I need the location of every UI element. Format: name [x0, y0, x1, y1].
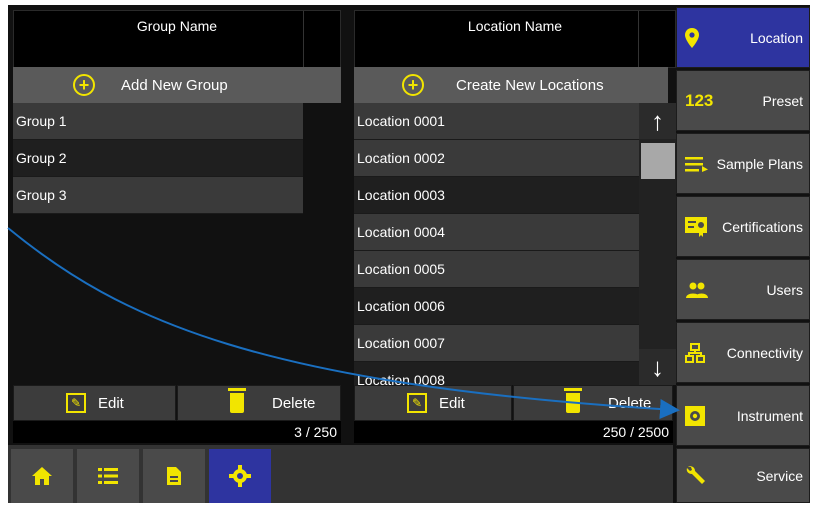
list-item[interactable]: Group 3 — [13, 177, 303, 214]
trash-icon — [228, 388, 246, 413]
sidebar-item-label: Preset — [762, 92, 803, 109]
group-header-tab — [303, 11, 340, 67]
plus-circle-icon: + — [73, 74, 95, 96]
add-new-group-button[interactable]: + Add New Group — [13, 67, 341, 103]
nav-settings-button[interactable] — [209, 449, 271, 503]
location-row-label: Location 0005 — [357, 261, 445, 277]
settings-icon — [229, 465, 251, 487]
create-locations-label: Create New Locations — [456, 76, 604, 94]
home-icon — [32, 467, 52, 485]
scroll-down-arrow-icon[interactable]: ↓ — [639, 349, 676, 385]
list-item[interactable]: Location 0002 — [354, 140, 639, 177]
location-list: Location 0001 Location 0002 Location 000… — [354, 103, 639, 385]
list-item[interactable]: Location 0005 — [354, 251, 639, 288]
group-delete-button[interactable]: Delete — [177, 385, 341, 421]
location-row-label: Location 0007 — [357, 335, 445, 351]
app-screen: Group Name + Add New Group Group 1 Group… — [8, 5, 810, 503]
users-icon — [685, 282, 709, 298]
wrench-icon — [685, 465, 707, 487]
group-row-label: Group 1 — [16, 113, 67, 129]
plus-circle-icon: + — [402, 74, 424, 96]
numbers-icon: 123 — [685, 90, 714, 110]
sidebar-item-connectivity[interactable]: Connectivity — [676, 322, 810, 383]
location-row-label: Location 0002 — [357, 150, 445, 166]
location-row-label: Location 0006 — [357, 298, 445, 314]
trash-icon — [564, 388, 582, 413]
pin-icon — [685, 27, 699, 48]
document-icon — [167, 467, 181, 485]
location-row-label: Location 0004 — [357, 224, 445, 240]
sidebar-item-label: Sample Plans — [716, 155, 803, 172]
location-delete-button[interactable]: Delete — [513, 385, 673, 421]
sidebar-item-label: Location — [750, 29, 803, 46]
create-new-locations-button[interactable]: + Create New Locations — [354, 67, 668, 103]
group-edit-button[interactable]: ✎ Edit — [13, 385, 176, 421]
sidebar-item-label: Connectivity — [726, 344, 803, 361]
certificate-icon — [685, 216, 707, 237]
scroll-up-arrow-icon[interactable]: ↑ — [639, 103, 676, 139]
group-name-header: Group Name — [13, 10, 341, 68]
edit-icon: ✎ — [407, 393, 427, 413]
location-scrollbar[interactable]: ↑ ↓ — [639, 103, 676, 385]
location-header-label: Location Name — [467, 18, 563, 34]
sidebar-item-service[interactable]: Service — [676, 448, 810, 503]
nav-list-button[interactable] — [77, 449, 139, 503]
list-item[interactable]: Location 0006 — [354, 288, 639, 325]
group-count: 3 / 250 — [13, 421, 341, 443]
scroll-thumb[interactable] — [641, 143, 675, 179]
sidebar-item-users[interactable]: Users — [676, 259, 810, 320]
list-item[interactable]: Location 0001 — [354, 103, 639, 140]
gear-box-icon — [685, 405, 705, 426]
location-edit-label: Edit — [439, 394, 465, 412]
location-edit-button[interactable]: ✎ Edit — [354, 385, 512, 421]
network-icon — [685, 342, 705, 363]
location-row-label: Location 0003 — [357, 187, 445, 203]
list-item[interactable]: Group 1 — [13, 103, 303, 140]
group-row-label: Group 3 — [16, 187, 67, 203]
add-group-label: Add New Group — [121, 76, 228, 94]
sidebar-item-label: Users — [766, 281, 803, 298]
list-item[interactable]: Location 0007 — [354, 325, 639, 362]
list-item[interactable]: Location 0003 — [354, 177, 639, 214]
location-name-header: Location Name — [354, 10, 676, 68]
edit-icon: ✎ — [66, 393, 86, 413]
location-delete-label: Delete — [608, 394, 652, 412]
sidebar-item-sample-plans[interactable]: Sample Plans — [676, 133, 810, 194]
sidebar-item-label: Service — [756, 467, 803, 484]
group-list: Group 1 Group 2 Group 3 — [13, 103, 303, 218]
group-header-label: Group Name — [136, 18, 218, 34]
sidebar-item-instrument[interactable]: Instrument — [676, 385, 810, 446]
list-item[interactable]: Group 2 — [13, 140, 303, 177]
location-count: 250 / 2500 — [354, 421, 673, 443]
nav-document-button[interactable] — [143, 449, 205, 503]
list-item[interactable]: Location 0004 — [354, 214, 639, 251]
sidebar-item-label: Certifications — [722, 218, 803, 235]
list-item[interactable]: Location 0008 — [354, 362, 639, 385]
location-row-label: Location 0008 — [357, 372, 445, 385]
group-edit-label: Edit — [98, 394, 124, 412]
sidebar-item-certifications[interactable]: Certifications — [676, 196, 810, 257]
group-row-label: Group 2 — [16, 150, 67, 166]
sidebar: Location 123 Preset Sample Plans Certifi… — [676, 5, 810, 503]
sidebar-item-preset[interactable]: 123 Preset — [676, 70, 810, 131]
list-icon — [98, 468, 118, 484]
group-delete-label: Delete — [272, 394, 316, 412]
location-row-label: Location 0001 — [357, 113, 445, 129]
sidebar-item-location[interactable]: Location — [676, 7, 810, 68]
location-header-tab — [638, 11, 675, 67]
sidebar-item-label: Instrument — [736, 407, 803, 424]
nav-home-button[interactable] — [11, 449, 73, 503]
list-arrow-icon — [685, 156, 709, 172]
